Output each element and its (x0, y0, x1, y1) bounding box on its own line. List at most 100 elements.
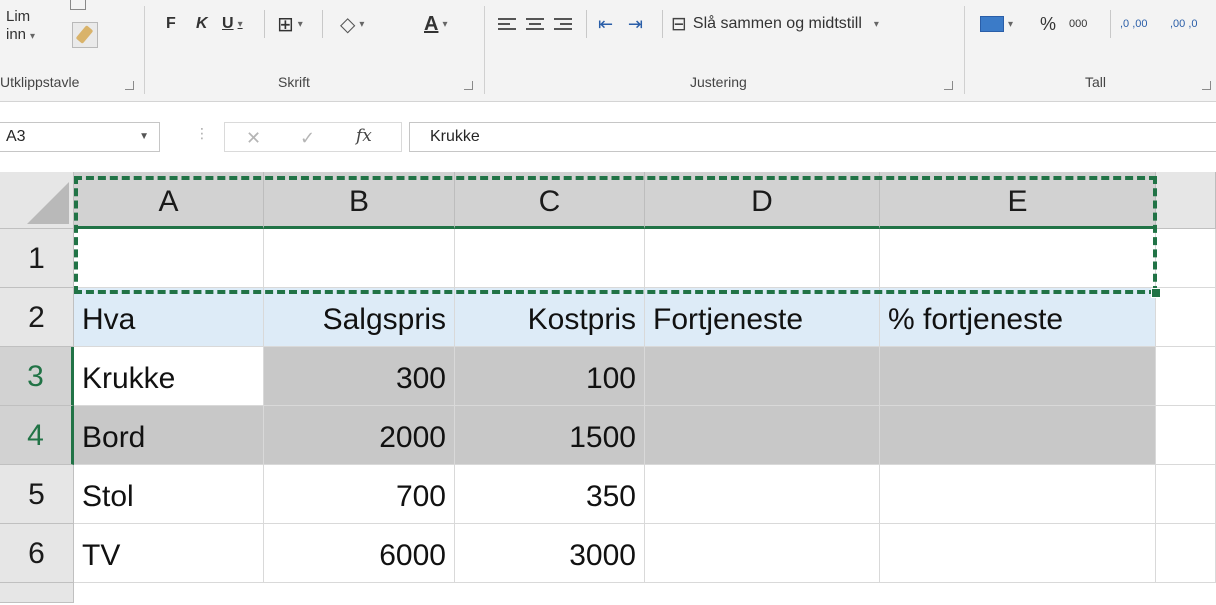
cell-b2[interactable]: Salgspris (264, 288, 455, 347)
cell-c1[interactable] (455, 229, 645, 288)
resize-handle-icon[interactable]: ⋮ (195, 126, 209, 140)
row-header-2[interactable]: 2 (0, 288, 74, 347)
cell-e3[interactable] (880, 347, 1156, 406)
align-left-button[interactable] (498, 11, 516, 37)
cell-c5[interactable]: 350 (455, 465, 645, 524)
cell-f2[interactable] (1156, 288, 1216, 347)
chevron-down-icon[interactable]: ▾ (238, 19, 243, 30)
number-launcher-icon[interactable] (1202, 81, 1211, 90)
align-left-icon (498, 17, 516, 31)
column-header-e[interactable]: E (880, 172, 1156, 229)
cell-e2[interactable]: % fortjeneste (880, 288, 1156, 347)
underline-button[interactable]: U ▾ (222, 11, 243, 37)
row-header-6[interactable]: 6 (0, 524, 74, 583)
chevron-down-icon[interactable]: ▾ (359, 19, 364, 30)
row-header-7[interactable] (0, 583, 74, 603)
align-center-button[interactable] (526, 11, 544, 37)
increase-decimal-button[interactable]: ,0 ,00 (1120, 11, 1152, 37)
group-label-clipboard: Utklippstavle (0, 74, 80, 90)
cell-f5[interactable] (1156, 465, 1216, 524)
underline-label: U (222, 15, 234, 32)
accounting-format-button[interactable]: ▾ (980, 11, 1013, 37)
cell-a2[interactable]: Hva (74, 288, 264, 347)
row-header-1[interactable]: 1 (0, 229, 74, 288)
percent-button[interactable]: % (1040, 11, 1056, 37)
cell-b1[interactable] (264, 229, 455, 288)
cell-f4[interactable] (1156, 406, 1216, 465)
borders-button[interactable]: ⊞ ▾ (277, 11, 303, 37)
alignment-launcher-icon[interactable] (944, 81, 953, 90)
select-all-corner[interactable] (0, 172, 74, 229)
group-divider (964, 6, 965, 94)
font-launcher-icon[interactable] (464, 81, 473, 90)
group-divider (144, 6, 145, 94)
name-box-value: A3 (6, 128, 26, 145)
cell-a5[interactable]: Stol (74, 465, 264, 524)
align-right-button[interactable] (554, 11, 572, 37)
cell-c4[interactable]: 1500 (455, 406, 645, 465)
ribbon: Lim inn ▾ Utklippstavle F K U ▾ ⊞ ▾ ◇ ▾ A ▾ … (0, 0, 1216, 102)
cell-d1[interactable] (645, 229, 880, 288)
column-header-a[interactable]: A (74, 172, 264, 229)
cell-c6[interactable]: 3000 (455, 524, 645, 583)
cell-e5[interactable] (880, 465, 1156, 524)
cell-e6[interactable] (880, 524, 1156, 583)
cancel-icon[interactable]: ✕ (246, 128, 261, 149)
chevron-down-icon[interactable]: ▾ (30, 31, 35, 42)
fill-bucket-icon: ◇ (340, 13, 356, 36)
name-box[interactable]: A3 ▼ (0, 122, 160, 152)
enter-check-icon[interactable]: ✓ (300, 128, 315, 149)
align-right-icon (554, 17, 572, 31)
clipboard-launcher-icon[interactable] (125, 81, 134, 90)
cell-a4[interactable]: Bord (74, 406, 264, 465)
row-header-3[interactable]: 3 (0, 347, 74, 406)
cell-f6[interactable] (1156, 524, 1216, 583)
decrease-indent-button[interactable]: ⇤ (598, 11, 613, 37)
fill-color-button[interactable]: ◇ ▾ (340, 11, 364, 37)
cell-c3[interactable]: 100 (455, 347, 645, 406)
increase-indent-button[interactable]: ⇥ (628, 11, 643, 37)
cell-d6[interactable] (645, 524, 880, 583)
column-header-b[interactable]: B (264, 172, 455, 229)
cell-d4[interactable] (645, 406, 880, 465)
column-header-f[interactable] (1156, 172, 1216, 229)
chevron-down-icon[interactable]: ▾ (442, 19, 447, 30)
italic-button[interactable]: K (196, 11, 208, 37)
chevron-down-icon[interactable]: ▾ (1008, 19, 1013, 30)
merge-center-button[interactable]: ⊟ Slå sammen og midtstill ▾ (671, 11, 879, 37)
row-header-5[interactable]: 5 (0, 465, 74, 524)
format-painter-icon[interactable] (72, 22, 98, 48)
cell-e4[interactable] (880, 406, 1156, 465)
spreadsheet-grid: ABCDE 1 2 Hva Salgspris Kostpris Fortjeneste%… (0, 172, 1216, 605)
bold-button[interactable]: F (166, 11, 176, 37)
cell-d3[interactable] (645, 347, 880, 406)
cell-f1[interactable] (1156, 229, 1216, 288)
insert-function-icon[interactable]: fx (356, 126, 372, 146)
cell-b6[interactable]: 6000 (264, 524, 455, 583)
thousands-button[interactable]: 000 (1069, 11, 1087, 37)
column-header-d[interactable]: D (645, 172, 880, 229)
group-divider (484, 6, 485, 94)
column-header-c[interactable]: C (455, 172, 645, 229)
font-color-button[interactable]: A ▾ (424, 11, 447, 37)
cell-d5[interactable] (645, 465, 880, 524)
cell-b4[interactable]: 2000 (264, 406, 455, 465)
paste-button[interactable]: Lim inn ▾ (6, 8, 35, 46)
cell-b5[interactable]: 700 (264, 465, 455, 524)
chevron-down-icon[interactable]: ▾ (874, 19, 879, 30)
cell-a1[interactable] (74, 229, 264, 288)
decrease-decimal-button[interactable]: ,00 ,0 (1170, 11, 1202, 37)
cell-a6[interactable]: TV (74, 524, 264, 583)
cell-f3[interactable] (1156, 347, 1216, 406)
cell-d2[interactable]: Fortjeneste (645, 288, 880, 347)
row-header-4[interactable]: 4 (0, 406, 74, 465)
chevron-down-icon[interactable]: ▼ (139, 123, 149, 151)
formula-input[interactable]: Krukke (409, 122, 1216, 152)
fill-handle[interactable] (1151, 288, 1161, 298)
cell-e1[interactable] (880, 229, 1156, 288)
cell-a3[interactable]: Krukke (74, 347, 264, 406)
chevron-down-icon[interactable]: ▾ (298, 19, 303, 30)
cell-c2[interactable]: Kostpris (455, 288, 645, 347)
cell-b3[interactable]: 300 (264, 347, 455, 406)
group-label-alignment: Justering (690, 74, 747, 90)
